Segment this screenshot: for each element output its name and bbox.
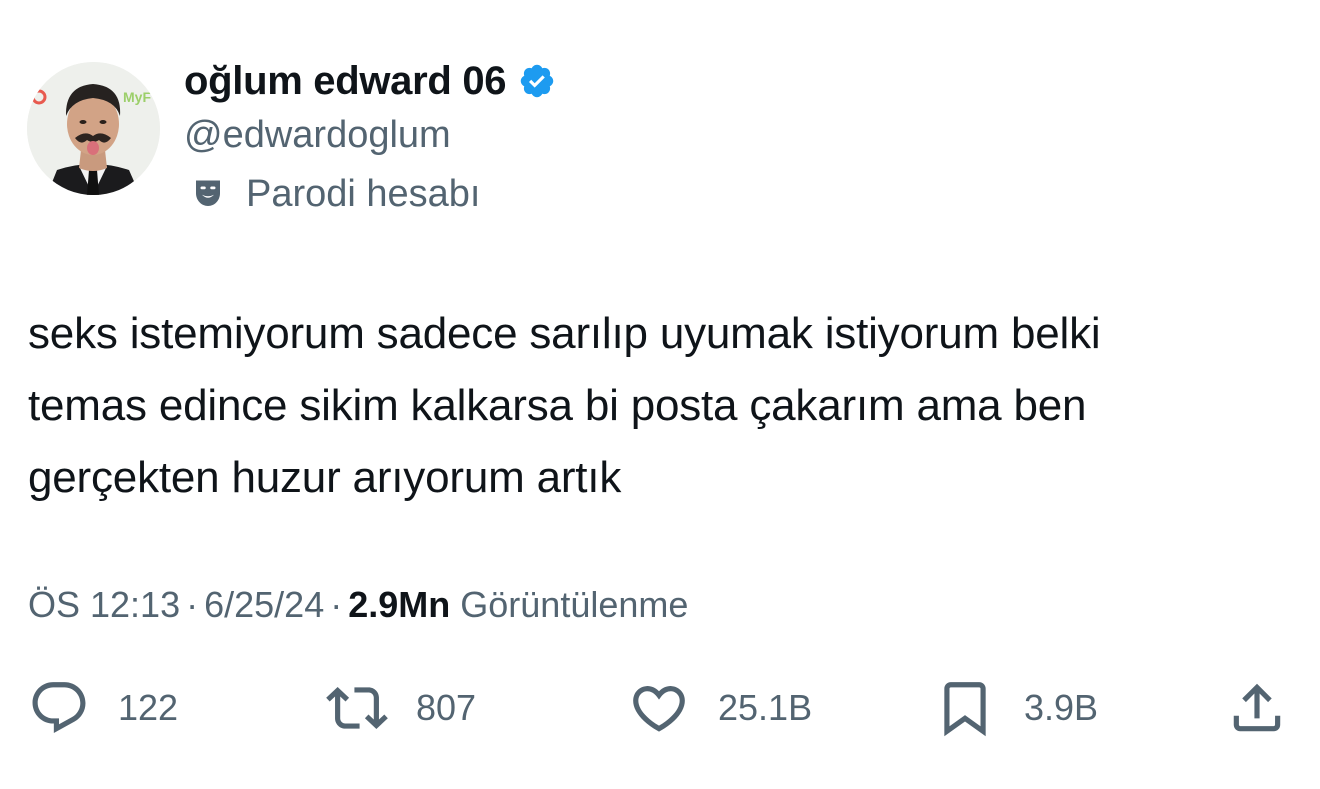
tweet-text: seks istemiyorum sadece sarılıp uyumak i… <box>28 298 1298 514</box>
meta-separator: · <box>186 584 199 625</box>
tweet-time[interactable]: ÖS 12:13 <box>28 582 180 628</box>
retweet-button[interactable]: 807 <box>326 676 476 740</box>
like-count: 25.1B <box>718 687 813 728</box>
reply-count: 122 <box>118 687 179 728</box>
like-button[interactable]: 25.1B <box>628 676 812 740</box>
parody-label: Parodi hesabı <box>246 173 481 215</box>
retweet-count: 807 <box>416 687 477 728</box>
retweet-icon <box>326 687 388 729</box>
display-name-row: oğlum edward 06 <box>184 58 556 104</box>
theater-mask-icon <box>196 180 220 206</box>
bookmark-icon <box>944 682 986 737</box>
tweet-actions-bar: 122 807 25.1B 3.9B <box>28 676 1288 740</box>
heart-icon <box>633 686 685 732</box>
tweet-meta: ÖS 12:13 · 6/25/24 · 2.9Mn Görüntülenme <box>28 582 688 628</box>
reply-icon <box>32 682 86 734</box>
verified-badge-icon[interactable] <box>518 62 556 100</box>
tweet-detail: MyF oğlum edward 06 @edwardoglum Parodi … <box>0 0 1320 789</box>
share-button[interactable] <box>1226 676 1288 740</box>
bookmark-button[interactable]: 3.9B <box>934 676 1098 740</box>
tweet-date[interactable]: 6/25/24 <box>204 582 324 628</box>
tweet-text-line: temas edince sikim kalkarsa bi posta çak… <box>28 381 1087 430</box>
display-name[interactable]: oğlum edward 06 <box>184 58 507 104</box>
tweet-text-line: seks istemiyorum sadece sarılıp uyumak i… <box>28 309 1101 358</box>
share-icon <box>1233 683 1281 732</box>
svg-text:MyF: MyF <box>123 89 151 105</box>
views-label: Görüntülenme <box>460 584 689 625</box>
parody-label-row: Parodi hesabı <box>190 172 481 216</box>
views-count[interactable]: 2.9Mn <box>348 582 450 628</box>
meta-separator: · <box>330 584 343 625</box>
tweet-text-line: gerçekten huzur arıyorum artık <box>28 453 622 502</box>
avatar-image: MyF <box>27 62 160 195</box>
reply-button[interactable]: 122 <box>28 676 178 740</box>
bookmark-count: 3.9B <box>1024 687 1099 728</box>
avatar[interactable]: MyF <box>27 62 160 195</box>
user-handle[interactable]: @edwardoglum <box>184 113 451 157</box>
